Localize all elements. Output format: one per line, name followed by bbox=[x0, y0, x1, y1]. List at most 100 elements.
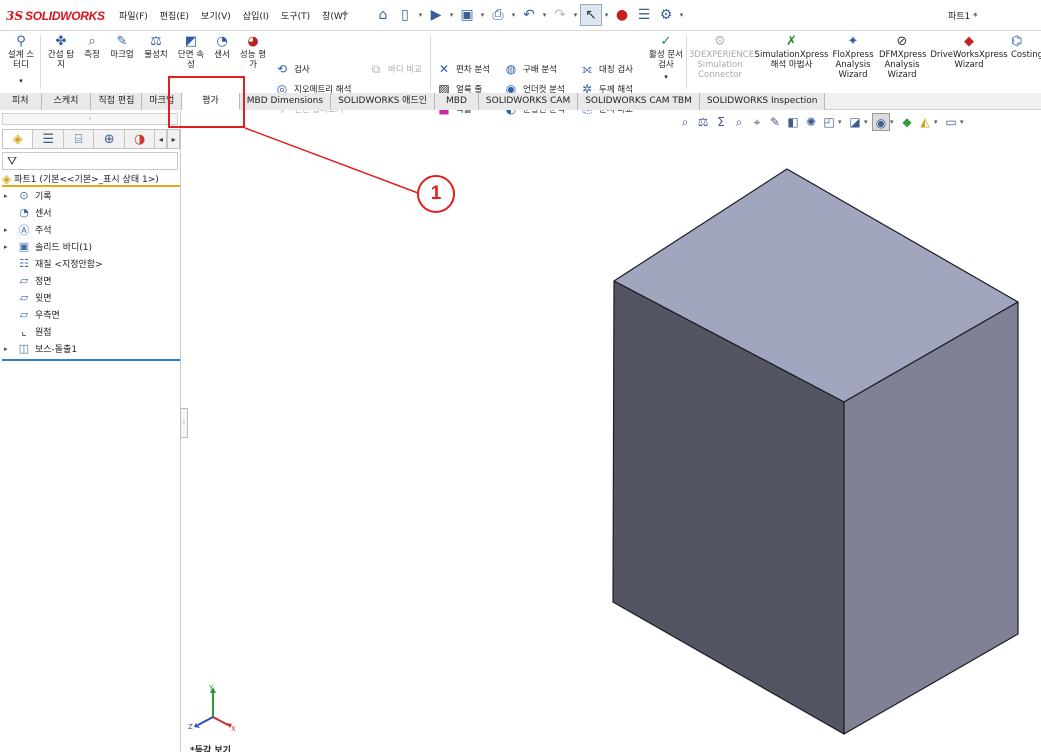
performance-button[interactable]: ◕ 성능 평가 bbox=[238, 34, 268, 70]
panel-collapse-handle[interactable]: ◦ bbox=[2, 113, 178, 125]
3dexperience-connector-button[interactable]: ⚙ 3DEXPERIENCE Simulation Connector bbox=[689, 34, 754, 80]
edit-appearance-icon[interactable]: ◆ bbox=[898, 113, 916, 131]
check-button[interactable]: ⟲ 검사 bbox=[274, 59, 310, 79]
tab-features[interactable]: 피처 bbox=[0, 93, 42, 110]
display-manager-tab-icon[interactable]: ◑ bbox=[123, 129, 155, 149]
simulationxpress-button[interactable]: ✗ SimulationXpress 해석 마법사 bbox=[754, 34, 829, 70]
design-study-button[interactable]: ⚲ 설계 스터디 ▾ bbox=[6, 34, 36, 86]
hide-show-dropdown-icon[interactable]: ▾ bbox=[890, 118, 898, 126]
menu-file[interactable]: 파일(F) bbox=[113, 9, 154, 22]
sum-icon[interactable]: Σ bbox=[712, 113, 730, 131]
undo-dropdown-icon[interactable]: ▾ bbox=[540, 11, 549, 19]
tab-mbd-dimensions[interactable]: MBD Dimensions bbox=[239, 93, 332, 110]
3d-view-icon[interactable]: ◧ bbox=[784, 113, 802, 131]
driveworksxpress-button[interactable]: ◆ DriveWorksXpress Wizard bbox=[930, 34, 1008, 70]
save-icon[interactable]: ▣ bbox=[456, 4, 478, 26]
interference-button[interactable]: ✤ 간섭 탐지 bbox=[46, 34, 76, 70]
tree-node-solid-bodies[interactable]: ▸ ▣ 솔리드 바디(1) bbox=[4, 238, 92, 255]
print-dropdown-icon[interactable]: ▾ bbox=[509, 11, 518, 19]
pin-icon[interactable]: ✦ bbox=[340, 7, 350, 21]
tree-node-top-plane[interactable]: ▱ 윗면 bbox=[4, 289, 52, 306]
view-orientation-dropdown-icon[interactable]: ▾ bbox=[838, 118, 846, 126]
zebra-icon[interactable]: ✺ bbox=[802, 113, 820, 131]
tab-mbd[interactable]: MBD bbox=[435, 93, 479, 110]
tree-node-right-plane[interactable]: ▱ 우측면 bbox=[4, 306, 60, 323]
undo-icon[interactable]: ↶ bbox=[518, 4, 540, 26]
sensor-button[interactable]: ◔ 센서 bbox=[207, 34, 237, 60]
tab-solidworks-addins[interactable]: SOLIDWORKS 애드인 bbox=[331, 93, 436, 110]
expand-arrow-icon[interactable]: ▸ bbox=[4, 345, 16, 353]
graphics-area[interactable] bbox=[182, 111, 1041, 752]
tab-direct-editing[interactable]: 직접 편집 bbox=[91, 93, 143, 110]
view-settings-icon[interactable]: ▭ bbox=[942, 113, 960, 131]
tree-node-origin[interactable]: ⌞ 원점 bbox=[4, 323, 51, 340]
rebuild-icon[interactable]: ● bbox=[611, 4, 633, 26]
open-icon[interactable]: ▶ bbox=[425, 4, 447, 26]
expand-arrow-icon[interactable]: ▸ bbox=[4, 192, 16, 200]
options-dropdown-icon[interactable]: ▾ bbox=[677, 11, 686, 19]
costing-button[interactable]: ⌬ Costing bbox=[1011, 34, 1041, 60]
configuration-manager-tab-icon[interactable]: ⌸ bbox=[62, 129, 94, 149]
panel-tab-prev-icon[interactable]: ◂ bbox=[154, 129, 168, 149]
select-icon[interactable]: ↖ bbox=[580, 4, 602, 26]
view-orientation-icon[interactable]: ◰ bbox=[820, 113, 838, 131]
tree-node-material[interactable]: ☷ 재질 <지정안함> bbox=[4, 255, 103, 272]
property-manager-tab-icon[interactable]: ☰ bbox=[32, 129, 63, 149]
expand-arrow-icon[interactable]: ▸ bbox=[4, 226, 16, 234]
dimxpert-manager-tab-icon[interactable]: ⊕ bbox=[93, 129, 124, 149]
tab-solidworks-cam[interactable]: SOLIDWORKS CAM bbox=[478, 93, 579, 110]
rollback-bar[interactable] bbox=[2, 359, 180, 361]
view-settings-dropdown-icon[interactable]: ▾ bbox=[960, 118, 968, 126]
print-icon[interactable]: ⎙ bbox=[487, 4, 509, 26]
tree-node-front-plane[interactable]: ▱ 정면 bbox=[4, 272, 52, 289]
display-style-dropdown-icon[interactable]: ▾ bbox=[864, 118, 872, 126]
deviation-analysis-button[interactable]: ✕ 편차 분석 bbox=[436, 59, 490, 79]
new-dropdown-icon[interactable]: ▾ bbox=[416, 11, 425, 19]
zoom-to-area-icon[interactable]: ⚖ bbox=[694, 113, 712, 131]
file-properties-icon[interactable]: ☰ bbox=[633, 4, 655, 26]
active-document-check-dropdown-icon[interactable]: ▾ bbox=[649, 72, 683, 82]
section-view-icon[interactable]: ⌖ bbox=[748, 113, 766, 131]
tab-solidworks-inspection[interactable]: SOLIDWORKS Inspection bbox=[699, 93, 826, 110]
symmetry-check-button[interactable]: ⟗ 대칭 검사 bbox=[579, 59, 633, 79]
tab-solidworks-cam-tbm[interactable]: SOLIDWORKS CAM TBM bbox=[578, 93, 700, 110]
measure-button[interactable]: ⌕ 측정 bbox=[77, 34, 107, 60]
tree-root-part[interactable]: ◈ 파트1 (기본<<기본>_표시 상태 1>) bbox=[2, 172, 180, 187]
tree-node-history[interactable]: ▸ ⊙ 기록 bbox=[4, 187, 52, 204]
menu-edit[interactable]: 편집(E) bbox=[154, 9, 195, 22]
options-icon[interactable]: ⚙ bbox=[655, 4, 677, 26]
solidworks-logo[interactable]: 3S SOLIDWORKS bbox=[6, 8, 105, 24]
model-box[interactable] bbox=[182, 111, 1041, 752]
zoom-to-fit-icon[interactable]: ⌕ bbox=[676, 113, 694, 131]
compare-bodies-button[interactable]: ⧉ 바디 비교 bbox=[368, 59, 422, 79]
menu-tools[interactable]: 도구(T) bbox=[275, 9, 316, 22]
previous-view-icon[interactable]: ⌕ bbox=[730, 113, 748, 131]
section-properties-button[interactable]: ◩ 단면 속성 bbox=[176, 34, 206, 70]
markup-button[interactable]: ✎ 마크업 bbox=[107, 34, 137, 60]
hide-show-items-icon[interactable]: ◉ bbox=[872, 113, 890, 131]
new-document-icon[interactable]: ▯ bbox=[394, 4, 416, 26]
open-dropdown-icon[interactable]: ▾ bbox=[447, 11, 456, 19]
menu-view[interactable]: 보기(V) bbox=[195, 9, 237, 22]
save-dropdown-icon[interactable]: ▾ bbox=[478, 11, 487, 19]
tab-sketch[interactable]: 스케치 bbox=[41, 93, 92, 110]
tree-node-annotations[interactable]: ▸ Ⓐ 주석 bbox=[4, 221, 52, 238]
redo-dropdown-icon[interactable]: ▾ bbox=[571, 11, 580, 19]
active-document-check-button[interactable]: ✓ 활성 문서 검사 ▾ bbox=[649, 34, 683, 82]
draft-analysis-button[interactable]: ◍ 구배 분석 bbox=[503, 59, 557, 79]
feature-manager-tab-icon[interactable]: ◈ bbox=[2, 129, 33, 149]
apply-scene-icon[interactable]: ◭ bbox=[916, 113, 934, 131]
expand-arrow-icon[interactable]: ▸ bbox=[4, 243, 16, 251]
select-dropdown-icon[interactable]: ▾ bbox=[602, 11, 611, 19]
apply-scene-dropdown-icon[interactable]: ▾ bbox=[934, 118, 942, 126]
tree-node-boss-extrude[interactable]: ▸ ◫ 보스-돌출1 bbox=[4, 340, 77, 357]
home-icon[interactable]: ⌂ bbox=[372, 4, 394, 26]
mass-properties-button[interactable]: ⚖ 물성치 bbox=[141, 34, 171, 60]
menu-insert[interactable]: 삽입(I) bbox=[237, 9, 275, 22]
design-study-dropdown-icon[interactable]: ▾ bbox=[6, 76, 36, 86]
tree-node-sensors[interactable]: ◔ 센서 bbox=[4, 204, 51, 221]
dynamic-annotation-icon[interactable]: ✎ bbox=[766, 113, 784, 131]
redo-icon[interactable]: ↷ bbox=[549, 4, 571, 26]
tree-filter-input[interactable]: ⛛ bbox=[2, 152, 178, 170]
panel-tab-next-icon[interactable]: ▸ bbox=[167, 129, 181, 149]
